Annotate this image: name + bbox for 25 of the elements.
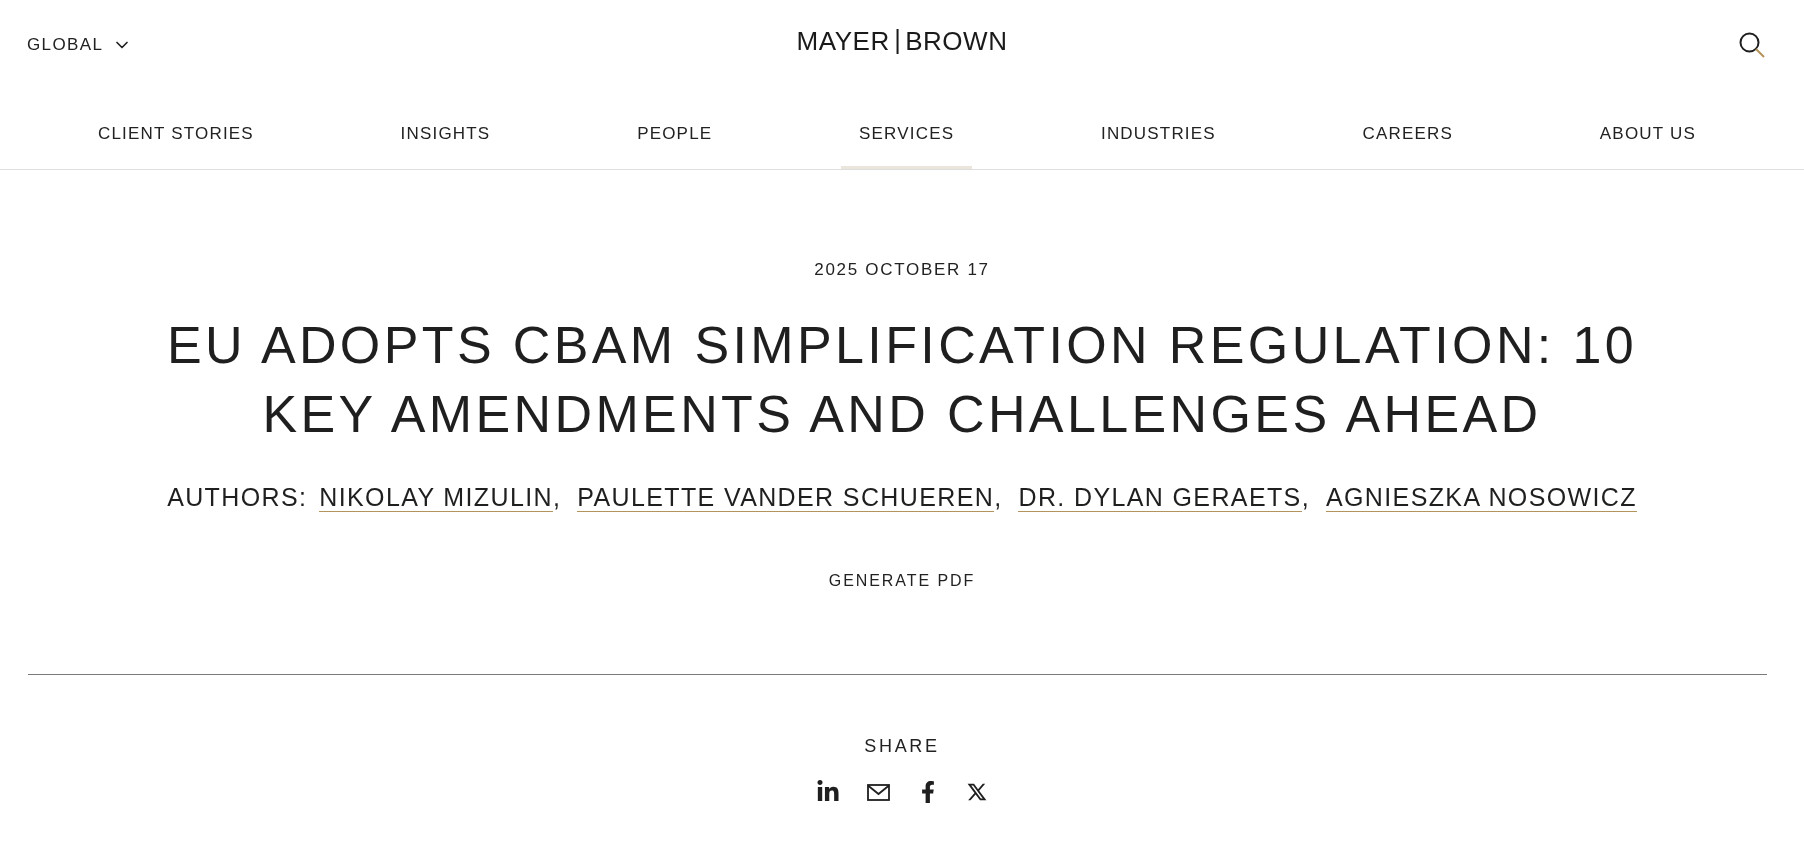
nav-link[interactable]: PEOPLE	[619, 90, 731, 169]
comma-text: ,	[994, 482, 1003, 513]
search-icon[interactable]	[1739, 32, 1765, 58]
nav-link[interactable]: ABOUT US	[1581, 90, 1714, 169]
author-link[interactable]: DR. DYLAN GERAETS	[1018, 484, 1302, 512]
generate-pdf-link[interactable]: GENERATE PDF	[828, 569, 976, 593]
comma-text: ,	[1301, 482, 1310, 513]
authors-label: AUTHORS:	[167, 482, 308, 513]
article-title: EU ADOPTS CBAM SIMPLIFICATION REGULATION: 10 KEY AMENDMENTS AND CHALLENGES AHEAD	[165, 315, 1639, 445]
nav-link[interactable]: INSIGHTS	[382, 90, 509, 169]
share-label: SHARE	[864, 735, 940, 758]
nav-link[interactable]: SERVICES	[841, 90, 973, 169]
linkedin-icon[interactable]	[816, 780, 840, 804]
logo-link[interactable]: MAYER BROWN	[796, 28, 1008, 54]
nav-link[interactable]: INDUSTRIES	[1083, 90, 1234, 169]
comma-text: ,	[552, 482, 562, 513]
author-link[interactable]: NIKOLAY MIZULIN	[319, 484, 553, 512]
nav-link[interactable]: CLIENT STORIES	[80, 90, 272, 169]
x-logo-icon[interactable]	[966, 781, 988, 803]
author-link[interactable]: AGNIESZKA NOSOWICZ	[1325, 484, 1637, 512]
article-date: 2025 OCTOBER 17	[814, 260, 990, 280]
author-link[interactable]: PAULETTE VANDER SCHUEREN	[577, 484, 995, 512]
region-selector[interactable]: GLOBAL	[27, 32, 133, 58]
mail-icon[interactable]	[867, 783, 890, 801]
nav-link[interactable]: CAREERS	[1344, 90, 1472, 169]
